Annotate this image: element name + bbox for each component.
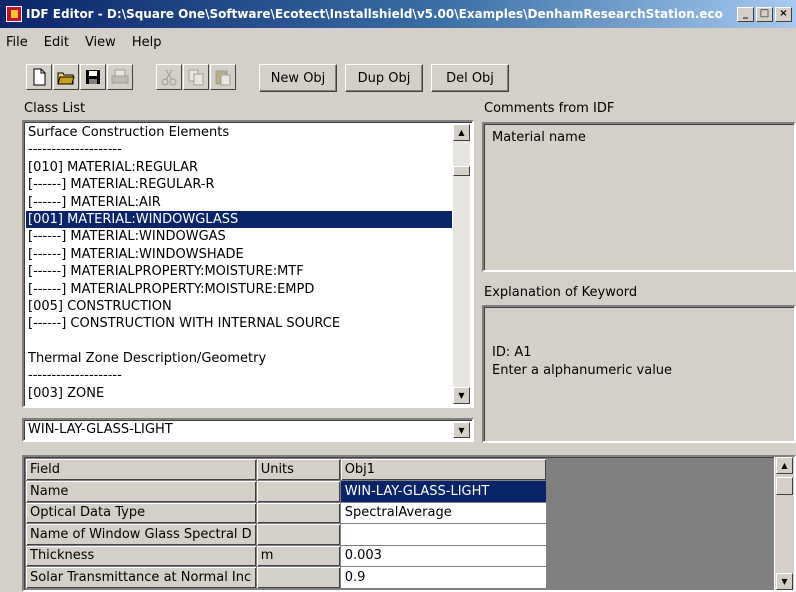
- value-cell[interactable]: WIN-LAY-GLASS-LIGHT: [340, 480, 547, 503]
- class-list-item[interactable]: Thermal Zone Description/Geometry: [26, 350, 452, 367]
- value-cell[interactable]: 0.003: [340, 545, 547, 567]
- maximize-button[interactable]: □: [756, 6, 773, 22]
- object-select[interactable]: WIN-LAY-GLASS-LIGHT ▼: [22, 418, 474, 442]
- grid-row: Thickness m 0.003: [26, 545, 547, 567]
- class-list-item[interactable]: [005] CONSTRUCTION: [26, 298, 452, 315]
- class-list-item[interactable]: [------] MATERIAL:REGULAR-R: [26, 176, 452, 193]
- value-cell[interactable]: SpectralAverage: [340, 502, 547, 524]
- del-obj-button[interactable]: Del Obj: [431, 64, 509, 92]
- grid-scroll-thumb[interactable]: [776, 477, 793, 495]
- copy-icon[interactable]: [183, 64, 209, 90]
- field-name-cell[interactable]: Optical Data Type: [26, 502, 257, 524]
- grid-column-header[interactable]: Obj1: [340, 459, 547, 481]
- class-list-item[interactable]: [------] MATERIAL:AIR: [26, 194, 452, 211]
- scroll-down-icon[interactable]: ▼: [453, 387, 470, 404]
- comments-label: Comments from IDF: [484, 101, 615, 116]
- dup-obj-button[interactable]: Dup Obj: [345, 64, 423, 92]
- field-name-cell[interactable]: Solar Transmittance at Normal Inc: [26, 566, 257, 589]
- explanation-description: Enter a alphanumeric value: [492, 363, 673, 378]
- chevron-down-icon[interactable]: ▼: [453, 422, 470, 438]
- class-list-item[interactable]: --------------------: [26, 141, 452, 158]
- grid-row: Optical Data Type SpectralAverage: [26, 502, 547, 524]
- field-name-cell[interactable]: Thickness: [26, 545, 257, 567]
- close-button[interactable]: ×: [775, 6, 792, 22]
- class-list-item[interactable]: [------] MATERIALPROPERTY:MOISTURE:MTF: [26, 263, 452, 280]
- class-list-item[interactable]: [010] MATERIAL:REGULAR: [26, 159, 452, 176]
- class-list-item[interactable]: Surface Construction Elements: [26, 124, 452, 141]
- value-cell[interactable]: [340, 523, 547, 546]
- menu-edit[interactable]: Edit: [36, 35, 77, 50]
- grid-scroll-down-icon[interactable]: ▼: [776, 573, 793, 590]
- scroll-up-icon[interactable]: ▲: [453, 124, 470, 141]
- grid-scrollbar[interactable]: ▲ ▼: [774, 457, 794, 590]
- app-icon[interactable]: [6, 6, 22, 22]
- class-list-item[interactable]: [------] CONSTRUCTION WITH INTERNAL SOUR…: [26, 315, 452, 332]
- menu-file[interactable]: File: [0, 35, 36, 50]
- toolbar: New Obj Dup Obj Del Obj: [0, 62, 796, 94]
- grid-header-row: Field Units Obj1: [26, 459, 547, 481]
- explanation-label: Explanation of Keyword: [484, 285, 638, 300]
- class-list-item[interactable]: [001] MATERIAL:WINDOWGLASS: [26, 210, 452, 229]
- cut-icon[interactable]: [156, 64, 182, 90]
- open-folder-icon[interactable]: [53, 64, 79, 90]
- new-file-icon[interactable]: [26, 64, 52, 90]
- units-cell: [256, 480, 341, 503]
- grid-column-header[interactable]: Field: [26, 459, 257, 481]
- units-cell: [256, 502, 341, 524]
- class-list-item[interactable]: [26, 333, 452, 350]
- class-list-item[interactable]: [------] MATERIAL:WINDOWSHADE: [26, 246, 452, 263]
- units-cell: m: [256, 545, 341, 567]
- class-list-items: Surface Construction Elements -----------…: [26, 124, 452, 404]
- field-name-cell[interactable]: Name of Window Glass Spectral D: [26, 523, 257, 546]
- class-list-label: Class List: [24, 101, 86, 116]
- menu-bar: File Edit View Help: [0, 31, 796, 53]
- grid-row: Name of Window Glass Spectral D: [26, 523, 547, 546]
- save-disk-icon[interactable]: [80, 64, 106, 90]
- value-cell[interactable]: 0.9: [340, 566, 547, 589]
- grid-scroll-up-icon[interactable]: ▲: [776, 457, 793, 474]
- class-list[interactable]: Surface Construction Elements -----------…: [22, 120, 474, 408]
- paste-icon[interactable]: [210, 64, 236, 90]
- comments-text: Material name: [492, 130, 586, 145]
- new-obj-button[interactable]: New Obj: [259, 64, 337, 92]
- class-list-item[interactable]: [003] ZONE: [26, 385, 452, 402]
- window-title: IDF Editor - D:\Square One\Software\Ecot…: [26, 7, 723, 21]
- class-list-scrollbar[interactable]: ▲ ▼: [453, 124, 470, 404]
- grid-row: Solar Transmittance at Normal Inc 0.9: [26, 566, 547, 589]
- explanation-id: ID: A1: [492, 345, 532, 360]
- class-list-item[interactable]: [------] MATERIAL:WINDOWGAS: [26, 228, 452, 245]
- class-list-item[interactable]: [------] MATERIALPROPERTY:MOISTURE:EMPD: [26, 281, 452, 298]
- units-cell: [256, 523, 341, 546]
- menu-help[interactable]: Help: [124, 35, 170, 50]
- explanation-panel: ID: A1 Enter a alphanumeric value: [482, 305, 796, 443]
- print-icon[interactable]: [107, 64, 133, 90]
- scroll-thumb[interactable]: [453, 166, 470, 176]
- units-cell: [256, 566, 341, 589]
- object-select-value: WIN-LAY-GLASS-LIGHT: [28, 422, 173, 437]
- field-name-cell[interactable]: Name: [26, 480, 257, 503]
- menu-view[interactable]: View: [77, 35, 124, 50]
- minimize-button[interactable]: _: [737, 6, 754, 22]
- class-list-item[interactable]: --------------------: [26, 367, 452, 384]
- field-grid[interactable]: Field Units Obj1 Name WIN-LAY-GLASS-LIGHT Opt…: [22, 455, 796, 592]
- field-table: Field Units Obj1 Name WIN-LAY-GLASS-LIGHT Opt…: [26, 459, 547, 589]
- grid-column-header[interactable]: Units: [256, 459, 341, 481]
- title-bar[interactable]: IDF Editor - D:\Square One\Software\Ecot…: [0, 0, 796, 28]
- grid-row: Name WIN-LAY-GLASS-LIGHT: [26, 480, 547, 503]
- comments-textbox[interactable]: Material name: [482, 122, 796, 272]
